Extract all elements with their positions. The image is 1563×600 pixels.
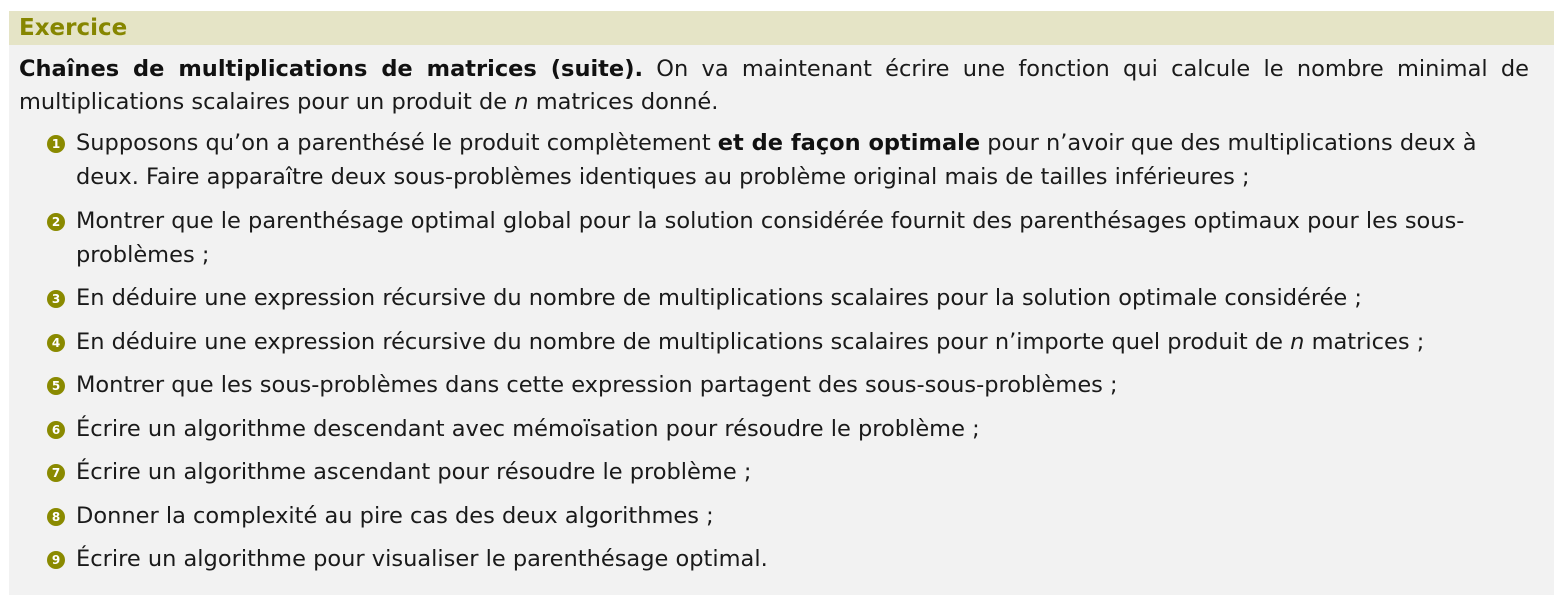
item-n-variable: n (1290, 328, 1305, 355)
list-item: 6 Écrire un algorithme descendant avec m… (19, 412, 1546, 446)
list-item: 8 Donner la complexité au pire cas des d… (19, 499, 1546, 533)
item-number-bullet: 3 (47, 290, 65, 308)
intro-heading: Chaînes de multiplications de matrices (… (19, 56, 644, 82)
item-text: matrices ; (1304, 328, 1425, 355)
item-text: Supposons qu’on a parenthésé le produit … (76, 130, 718, 156)
item-text: Écrire un algorithme pour visualiser le … (76, 546, 768, 572)
item-text: En déduire une expression récursive du n… (76, 328, 1291, 355)
item-number-bullet: 1 (47, 135, 65, 153)
list-item: 3 En déduire une expression récursive du… (19, 281, 1546, 315)
item-number-bullet: 7 (47, 464, 65, 482)
list-item: 4 En déduire une expression récursive du… (19, 325, 1546, 359)
item-number-bullet: 5 (47, 377, 65, 395)
item-text: Montrer que le parenthésage optimal glob… (76, 207, 1465, 268)
list-item: 1 Supposons qu’on a parenthésé le produi… (19, 126, 1546, 194)
list-item: 7 Écrire un algorithme ascendant pour ré… (19, 455, 1546, 489)
item-number-bullet: 8 (47, 507, 65, 526)
intro-paragraph: Chaînes de multiplications de matrices (… (19, 53, 1529, 119)
intro-text-end: matrices donné. (528, 89, 719, 115)
item-number-bullet: 4 (47, 333, 65, 352)
list-item: 5 Montrer que les sous-problèmes dans ce… (19, 368, 1546, 402)
item-text: Écrire un algorithme ascendant pour réso… (76, 459, 752, 485)
block-title: Exercice (9, 11, 1554, 45)
item-number-bullet: 9 (47, 551, 65, 569)
list-item: 2 Montrer que le parenthésage optimal gl… (19, 204, 1546, 272)
item-number-bullet: 2 (47, 212, 65, 231)
list-item: 9 Écrire un algorithme pour visualiser l… (19, 542, 1546, 576)
intro-n-variable: n (514, 89, 529, 115)
item-text: En déduire une expression récursive du n… (76, 285, 1363, 311)
block-body: Chaînes de multiplications de matrices (… (9, 45, 1554, 576)
item-text: Montrer que les sous-problèmes dans cett… (76, 372, 1118, 398)
exercise-block: Exercice Chaînes de multiplications de m… (9, 11, 1554, 595)
item-text: Écrire un algorithme descendant avec mém… (76, 415, 980, 442)
item-number-bullet: 6 (47, 420, 65, 439)
item-text: Donner la complexité au pire cas des deu… (76, 502, 714, 529)
item-bold-text: et de façon optimale (717, 130, 981, 156)
question-list: 1 Supposons qu’on a parenthésé le produi… (19, 126, 1554, 576)
